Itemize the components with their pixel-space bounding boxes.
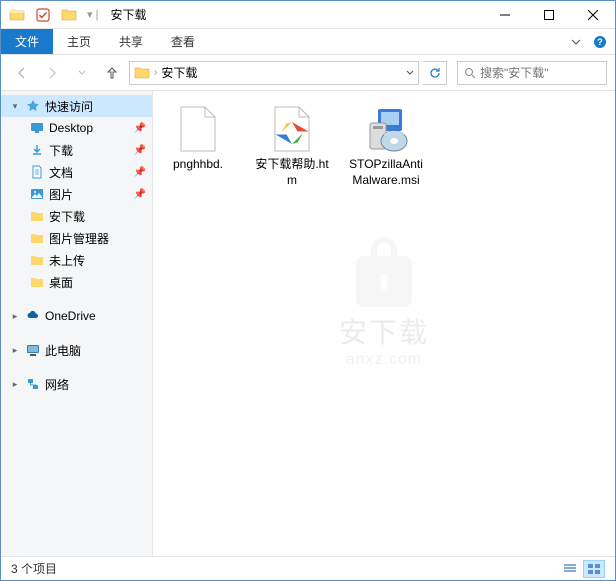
sidebar-quickaccess[interactable]: ▾ 快速访问 [1,95,152,117]
sidebar-item-label: OneDrive [45,309,96,323]
recent-dropdown[interactable] [69,60,95,86]
sidebar-item-folder[interactable]: 桌面 [1,271,152,293]
sidebar-item-documents[interactable]: 文档 📌 [1,161,152,183]
sidebar-item-label: 网络 [45,376,69,393]
view-details-button[interactable] [559,560,581,578]
search-box[interactable] [457,61,607,85]
search-input[interactable] [480,66,600,80]
document-icon [29,164,45,180]
network-icon [25,376,41,392]
file-msi-icon [362,105,410,153]
close-button[interactable] [571,1,615,29]
desktop-icon [29,120,45,136]
titlebar-separator: ▾ | [87,8,98,21]
pin-icon: 📌 [134,123,146,134]
download-icon [29,142,45,158]
ribbon-expand-icon[interactable] [571,37,581,47]
chevron-right-icon[interactable]: ▸ [9,379,21,390]
search-icon [464,67,476,79]
pin-icon: 📌 [134,167,146,178]
folder-icon [29,208,45,224]
window-title: 安下载 [110,6,146,23]
view-icons-button[interactable] [583,560,605,578]
file-item[interactable]: 安下载帮助.htm [251,101,333,192]
maximize-button[interactable] [527,1,571,29]
titlebar: ▾ | 安下载 [1,1,615,29]
chevron-right-icon[interactable]: ▸ [9,311,21,322]
file-name: STOPzillaAntiMalware.msi [347,157,425,188]
address-dropdown-icon[interactable] [406,69,414,77]
pc-icon [25,342,41,358]
sidebar-item-pictures[interactable]: 图片 📌 [1,183,152,205]
file-name: pnghhbd. [173,157,223,173]
file-list[interactable]: 安下载 anxz.com pnghhbd. [153,91,615,556]
up-button[interactable] [99,60,125,86]
back-button[interactable] [9,60,35,86]
minimize-button[interactable] [483,1,527,29]
folder-icon [7,5,27,25]
refresh-button[interactable] [423,61,447,85]
pin-icon: 📌 [134,189,146,200]
file-item[interactable]: pnghhbd. [157,101,239,177]
file-item[interactable]: STOPzillaAntiMalware.msi [345,101,427,192]
sidebar-item-desktop[interactable]: Desktop 📌 [1,117,152,139]
status-bar: 3 个项目 [1,556,615,580]
star-icon [25,98,41,114]
sidebar-item-folder[interactable]: 未上传 [1,249,152,271]
file-name: 安下载帮助.htm [253,157,331,188]
navigation-pane[interactable]: ▾ 快速访问 Desktop 📌 下载 📌 文档 📌 图片 📌 安下载 [1,91,153,556]
sidebar-item-label: 快速访问 [45,98,93,115]
watermark: 安下载 anxz.com [339,231,429,369]
item-count: 3 个项目 [11,560,57,577]
tab-share[interactable]: 共享 [105,29,157,54]
folder-icon [134,65,150,81]
onedrive-icon [25,308,41,324]
main-area: ▾ 快速访问 Desktop 📌 下载 📌 文档 📌 图片 📌 安下载 [1,91,615,556]
sidebar-item-folder[interactable]: 安下载 [1,205,152,227]
file-htm-icon [268,105,316,153]
address-box[interactable]: › 安下载 [129,61,419,85]
breadcrumb-sep[interactable]: › [154,67,157,78]
sidebar-network[interactable]: ▸ 网络 [1,373,152,395]
sidebar-thispc[interactable]: ▸ 此电脑 [1,339,152,361]
sidebar-item-folder[interactable]: 图片管理器 [1,227,152,249]
help-icon[interactable]: ? [593,35,607,49]
explorer-window: ▾ | 安下载 文件 主页 共享 查看 ? › 安下载 [0,0,616,581]
folder-icon [29,252,45,268]
folder-icon [29,274,45,290]
chevron-down-icon[interactable]: ▾ [9,101,21,112]
sidebar-item-label: 此电脑 [45,342,81,359]
folder-icon-2 [59,5,79,25]
sidebar-onedrive[interactable]: ▸ OneDrive [1,305,152,327]
sidebar-item-downloads[interactable]: 下载 📌 [1,139,152,161]
svg-text:?: ? [597,37,603,47]
tab-home[interactable]: 主页 [53,29,105,54]
forward-button[interactable] [39,60,65,86]
quick-tool-icon[interactable] [33,5,53,25]
pictures-icon [29,186,45,202]
ribbon-tabs: 文件 主页 共享 查看 ? [1,29,615,55]
breadcrumb-current[interactable]: 安下载 [161,64,197,81]
tab-view[interactable]: 查看 [157,29,209,54]
chevron-right-icon[interactable]: ▸ [9,345,21,356]
pin-icon: 📌 [134,145,146,156]
folder-icon [29,230,45,246]
tab-file[interactable]: 文件 [1,29,53,54]
address-bar: › 安下载 [1,55,615,91]
file-blank-icon [174,105,222,153]
